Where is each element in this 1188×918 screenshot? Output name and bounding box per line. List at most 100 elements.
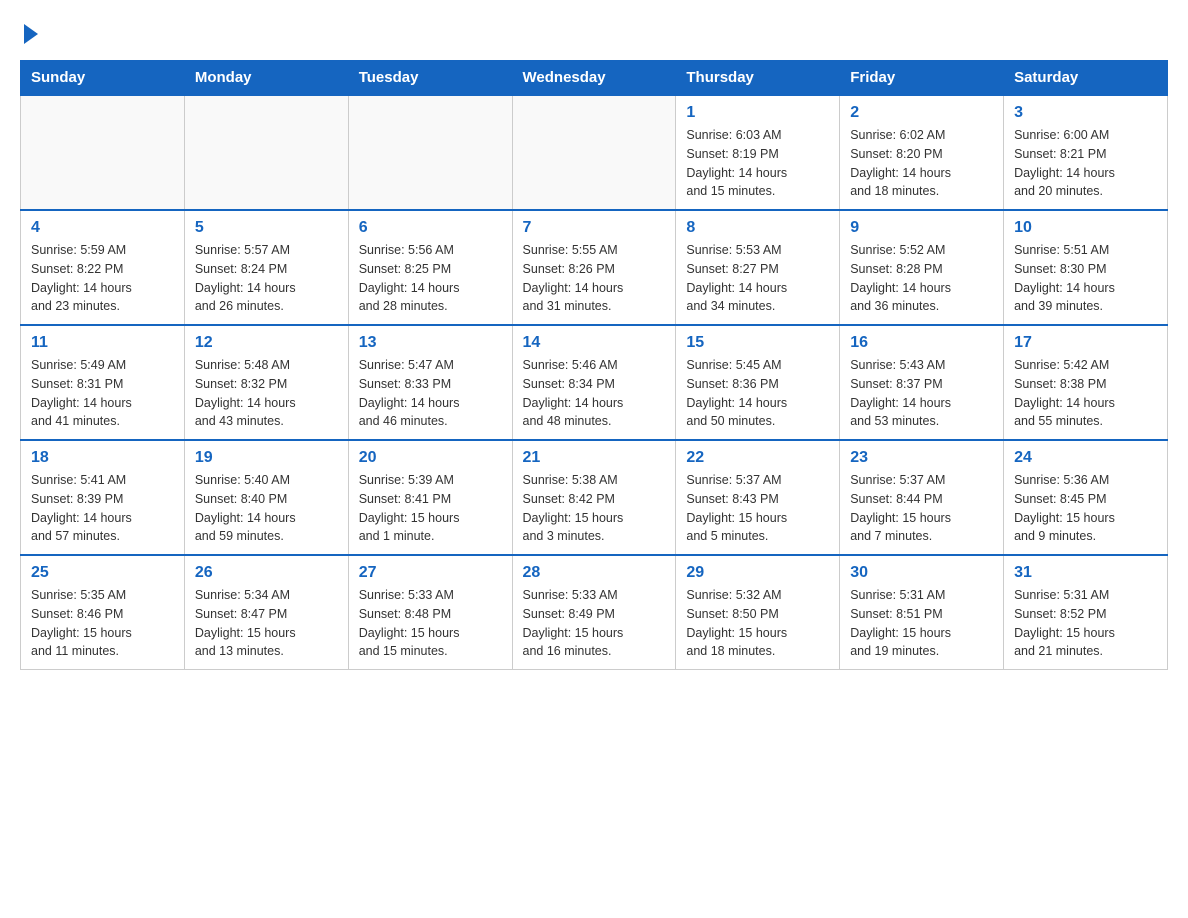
day-number: 3 (1014, 104, 1157, 122)
calendar-cell-w5-d2: 26 Sunrise: 5:34 AMSunset: 8:47 PMDayligh… (184, 555, 348, 670)
calendar-cell-w4-d2: 19 Sunrise: 5:40 AMSunset: 8:40 PMDayligh… (184, 440, 348, 555)
day-info: Sunrise: 5:47 AMSunset: 8:33 PMDaylight:… (359, 356, 502, 431)
day-number: 11 (31, 334, 174, 352)
calendar-cell-w2-d4: 7 Sunrise: 5:55 AMSunset: 8:26 PMDaylight… (512, 210, 676, 325)
day-info: Sunrise: 5:40 AMSunset: 8:40 PMDaylight:… (195, 471, 338, 546)
day-number: 12 (195, 334, 338, 352)
logo (20, 20, 38, 42)
day-number: 15 (686, 334, 829, 352)
day-info: Sunrise: 5:53 AMSunset: 8:27 PMDaylight:… (686, 241, 829, 316)
day-number: 17 (1014, 334, 1157, 352)
calendar-cell-w2-d5: 8 Sunrise: 5:53 AMSunset: 8:27 PMDaylight… (676, 210, 840, 325)
day-info: Sunrise: 5:52 AMSunset: 8:28 PMDaylight:… (850, 241, 993, 316)
day-info: Sunrise: 5:34 AMSunset: 8:47 PMDaylight:… (195, 586, 338, 661)
day-number: 7 (523, 219, 666, 237)
calendar-cell-w3-d3: 13 Sunrise: 5:47 AMSunset: 8:33 PMDayligh… (348, 325, 512, 440)
week-row-3: 11 Sunrise: 5:49 AMSunset: 8:31 PMDayligh… (21, 325, 1168, 440)
day-info: Sunrise: 5:39 AMSunset: 8:41 PMDaylight:… (359, 471, 502, 546)
day-number: 28 (523, 564, 666, 582)
day-number: 22 (686, 449, 829, 467)
col-monday: Monday (184, 61, 348, 96)
day-info: Sunrise: 5:45 AMSunset: 8:36 PMDaylight:… (686, 356, 829, 431)
day-number: 31 (1014, 564, 1157, 582)
day-number: 8 (686, 219, 829, 237)
day-number: 4 (31, 219, 174, 237)
day-number: 23 (850, 449, 993, 467)
calendar-cell-w5-d6: 30 Sunrise: 5:31 AMSunset: 8:51 PMDayligh… (840, 555, 1004, 670)
calendar-cell-w1-d3 (348, 95, 512, 210)
day-number: 14 (523, 334, 666, 352)
col-friday: Friday (840, 61, 1004, 96)
calendar-cell-w3-d6: 16 Sunrise: 5:43 AMSunset: 8:37 PMDayligh… (840, 325, 1004, 440)
col-tuesday: Tuesday (348, 61, 512, 96)
day-info: Sunrise: 5:59 AMSunset: 8:22 PMDaylight:… (31, 241, 174, 316)
day-number: 1 (686, 104, 829, 122)
day-number: 19 (195, 449, 338, 467)
col-thursday: Thursday (676, 61, 840, 96)
page-header (20, 20, 1168, 42)
day-info: Sunrise: 6:03 AMSunset: 8:19 PMDaylight:… (686, 126, 829, 201)
day-number: 26 (195, 564, 338, 582)
day-info: Sunrise: 5:56 AMSunset: 8:25 PMDaylight:… (359, 241, 502, 316)
day-number: 13 (359, 334, 502, 352)
calendar-cell-w5-d1: 25Sunrise: 5:35 AMSunset: 8:46 PMDayligh… (21, 555, 185, 670)
day-info: Sunrise: 5:43 AMSunset: 8:37 PMDaylight:… (850, 356, 993, 431)
week-row-1: 1 Sunrise: 6:03 AMSunset: 8:19 PMDaylight… (21, 95, 1168, 210)
day-number: 5 (195, 219, 338, 237)
day-number: 30 (850, 564, 993, 582)
calendar-cell-w3-d1: 11 Sunrise: 5:49 AMSunset: 8:31 PMDayligh… (21, 325, 185, 440)
calendar-cell-w3-d2: 12 Sunrise: 5:48 AMSunset: 8:32 PMDayligh… (184, 325, 348, 440)
day-info: Sunrise: 5:46 AMSunset: 8:34 PMDaylight:… (523, 356, 666, 431)
day-number: 10 (1014, 219, 1157, 237)
day-info: Sunrise: 5:35 AMSunset: 8:46 PMDaylight:… (31, 586, 174, 661)
calendar-cell-w4-d5: 22 Sunrise: 5:37 AMSunset: 8:43 PMDayligh… (676, 440, 840, 555)
calendar-cell-w1-d5: 1 Sunrise: 6:03 AMSunset: 8:19 PMDaylight… (676, 95, 840, 210)
day-info: Sunrise: 5:33 AMSunset: 8:49 PMDaylight:… (523, 586, 666, 661)
calendar-cell-w1-d1 (21, 95, 185, 210)
day-info: Sunrise: 5:41 AMSunset: 8:39 PMDaylight:… (31, 471, 174, 546)
calendar-cell-w2-d2: 5 Sunrise: 5:57 AMSunset: 8:24 PMDaylight… (184, 210, 348, 325)
day-number: 9 (850, 219, 993, 237)
calendar-cell-w2-d3: 6 Sunrise: 5:56 AMSunset: 8:25 PMDaylight… (348, 210, 512, 325)
day-info: Sunrise: 5:37 AMSunset: 8:44 PMDaylight:… (850, 471, 993, 546)
day-number: 20 (359, 449, 502, 467)
calendar-cell-w5-d3: 27 Sunrise: 5:33 AMSunset: 8:48 PMDayligh… (348, 555, 512, 670)
day-info: Sunrise: 6:02 AMSunset: 8:20 PMDaylight:… (850, 126, 993, 201)
day-number: 21 (523, 449, 666, 467)
calendar-cell-w5-d5: 29 Sunrise: 5:32 AMSunset: 8:50 PMDayligh… (676, 555, 840, 670)
day-number: 6 (359, 219, 502, 237)
day-info: Sunrise: 5:49 AMSunset: 8:31 PMDaylight:… (31, 356, 174, 431)
calendar-cell-w1-d7: 3Sunrise: 6:00 AMSunset: 8:21 PMDaylight… (1004, 95, 1168, 210)
day-info: Sunrise: 5:57 AMSunset: 8:24 PMDaylight:… (195, 241, 338, 316)
day-info: Sunrise: 5:55 AMSunset: 8:26 PMDaylight:… (523, 241, 666, 316)
day-number: 24 (1014, 449, 1157, 467)
day-info: Sunrise: 5:48 AMSunset: 8:32 PMDaylight:… (195, 356, 338, 431)
day-info: Sunrise: 5:32 AMSunset: 8:50 PMDaylight:… (686, 586, 829, 661)
day-info: Sunrise: 5:36 AMSunset: 8:45 PMDaylight:… (1014, 471, 1157, 546)
day-info: Sunrise: 5:33 AMSunset: 8:48 PMDaylight:… (359, 586, 502, 661)
day-number: 18 (31, 449, 174, 467)
calendar-table: Sunday Monday Tuesday Wednesday Thursday… (20, 60, 1168, 670)
calendar-cell-w5-d4: 28 Sunrise: 5:33 AMSunset: 8:49 PMDayligh… (512, 555, 676, 670)
col-sunday: Sunday (21, 61, 185, 96)
week-row-4: 18 Sunrise: 5:41 AMSunset: 8:39 PMDayligh… (21, 440, 1168, 555)
day-number: 29 (686, 564, 829, 582)
day-number: 27 (359, 564, 502, 582)
col-wednesday: Wednesday (512, 61, 676, 96)
calendar-cell-w1-d4 (512, 95, 676, 210)
calendar-cell-w3-d4: 14 Sunrise: 5:46 AMSunset: 8:34 PMDayligh… (512, 325, 676, 440)
calendar-cell-w4-d7: 24 Sunrise: 5:36 AMSunset: 8:45 PMDayligh… (1004, 440, 1168, 555)
calendar-cell-w1-d2 (184, 95, 348, 210)
week-row-2: 4 Sunrise: 5:59 AMSunset: 8:22 PMDaylight… (21, 210, 1168, 325)
calendar-cell-w4-d3: 20 Sunrise: 5:39 AMSunset: 8:41 PMDayligh… (348, 440, 512, 555)
day-info: Sunrise: 5:31 AMSunset: 8:51 PMDaylight:… (850, 586, 993, 661)
day-info: Sunrise: 5:51 AMSunset: 8:30 PMDaylight:… (1014, 241, 1157, 316)
day-info: Sunrise: 5:37 AMSunset: 8:43 PMDaylight:… (686, 471, 829, 546)
day-info: Sunrise: 5:42 AMSunset: 8:38 PMDaylight:… (1014, 356, 1157, 431)
calendar-cell-w2-d7: 10 Sunrise: 5:51 AMSunset: 8:30 PMDayligh… (1004, 210, 1168, 325)
logo-arrow-icon (24, 24, 38, 44)
day-number: 16 (850, 334, 993, 352)
week-row-5: 25Sunrise: 5:35 AMSunset: 8:46 PMDayligh… (21, 555, 1168, 670)
calendar-cell-w1-d6: 2Sunrise: 6:02 AMSunset: 8:20 PMDaylight… (840, 95, 1004, 210)
calendar-cell-w3-d7: 17 Sunrise: 5:42 AMSunset: 8:38 PMDayligh… (1004, 325, 1168, 440)
